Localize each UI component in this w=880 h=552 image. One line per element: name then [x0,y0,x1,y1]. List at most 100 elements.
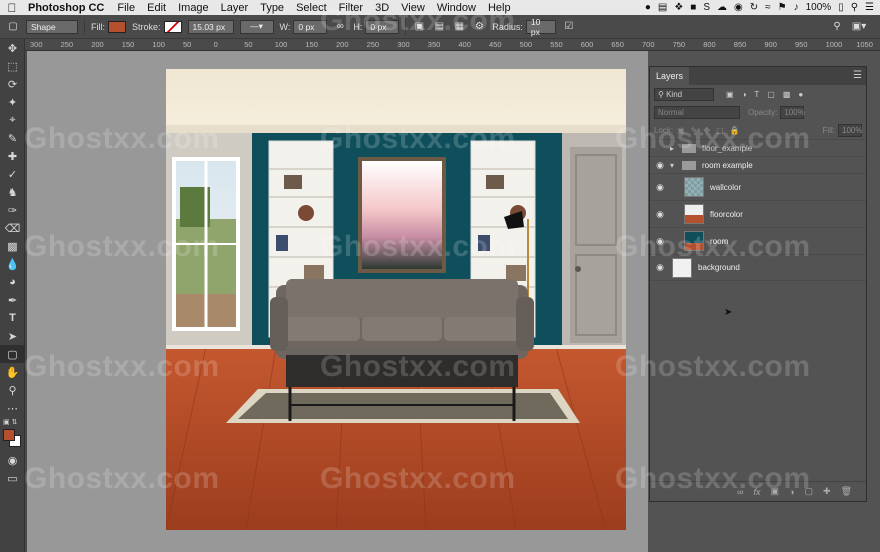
eraser-tool-icon[interactable]: ⌫ [0,219,25,237]
cloud-icon[interactable]: ☁ [717,2,727,13]
link-icon[interactable]: ∞ [333,20,347,34]
battery-icon[interactable]: ▯ [838,2,844,13]
hand-tool-icon[interactable]: ✋ [0,363,25,381]
clone-stamp-tool-icon[interactable]: ♞ [0,183,25,201]
layer-room[interactable]: ◉ room [650,227,866,254]
eyedropper-tool-icon[interactable]: ✎ [0,129,25,147]
filter-adjustment-icon[interactable]: ◑ [742,90,747,99]
creative-cloud-icon[interactable]: ● [645,2,651,13]
crop-tool-icon[interactable]: ⌖ [0,111,25,129]
pen-tool-icon[interactable]: ✒ [0,291,25,309]
settings-gear-icon[interactable]: ⚙ [472,20,486,34]
add-mask-icon[interactable]: ▣ [771,486,780,497]
lasso-tool-icon[interactable]: ⟳ [0,75,25,93]
menu-file[interactable]: File [111,2,141,14]
lock-pixels-icon[interactable]: ✎ [691,126,698,135]
layer-group-room-example[interactable]: ◉ ▾ room example [650,156,866,173]
menu-window[interactable]: Window [431,2,482,14]
canvas-area[interactable] [27,51,648,552]
eye-icon[interactable]: ◉ [650,236,670,247]
panel-menu-icon[interactable]: ☰ [853,70,862,81]
width-field[interactable]: 0 px [293,19,328,34]
menu-type[interactable]: Type [254,2,290,14]
tool-preset-icon[interactable]: ▢ [6,20,20,34]
panel-collapse-strip[interactable] [868,51,880,552]
blur-tool-icon[interactable]: 💧 [0,255,25,273]
volume-icon[interactable]: ♪ [794,2,799,13]
tool-mode-select[interactable]: Shape [26,19,78,34]
blend-mode-select[interactable]: Normal [654,105,740,119]
path-operations-icon[interactable]: ▣ [412,20,426,34]
quick-select-tool-icon[interactable]: ✦ [0,93,25,111]
brush-tool-icon[interactable]: ✓ [0,165,25,183]
layer-style-icon[interactable]: fx [754,487,761,497]
eye-menu-icon[interactable]: ◉ [734,2,743,13]
menu-select[interactable]: Select [290,2,333,14]
lock-all-icon[interactable]: 🔒 [730,126,740,135]
healing-brush-tool-icon[interactable]: ✚ [0,147,25,165]
path-alignment-icon[interactable]: ▤ [432,20,446,34]
type-tool-icon[interactable]: T [0,309,25,327]
fill-field[interactable]: 100% [838,123,862,137]
eye-icon[interactable]: ◉ [650,182,670,193]
dropbox-icon[interactable]: ❖ [674,2,683,13]
layer-wallcolor[interactable]: ◉ wallcolor [650,173,866,200]
app-menu[interactable]: Photoshop CC [24,2,111,14]
filter-smart-object-icon[interactable]: ▩ [783,90,791,99]
align-edges-checkbox[interactable]: ☑ [562,20,576,34]
height-field[interactable]: 0 px [365,19,400,34]
path-arrangement-icon[interactable]: ▦ [452,20,466,34]
default-colors-icon[interactable]: ▣ ⇅ [0,417,25,427]
spotlight-icon[interactable]: ⚲ [851,2,858,13]
history-brush-tool-icon[interactable]: ✑ [0,201,25,219]
move-tool-icon[interactable]: ✥ [0,39,25,57]
marquee-tool-icon[interactable]: ⬚ [0,57,25,75]
fill-color-swatch[interactable] [108,20,126,33]
menu-layer[interactable]: Layer [215,2,255,14]
stroke-type-select[interactable]: —▾ [239,19,274,34]
foreground-color-swatch[interactable] [3,429,15,441]
evernote-icon[interactable]: ■ [690,2,696,13]
lock-position-icon[interactable]: ✥ [703,126,710,135]
stroke-width-field[interactable]: 15.03 px [187,19,234,34]
lock-artboard-icon[interactable]: ▢ [716,126,724,135]
eye-icon[interactable]: ◉ [650,209,670,220]
opacity-field[interactable]: 100% [780,105,805,119]
new-group-icon[interactable]: ▢ [805,486,814,497]
layer-floorcolor[interactable]: ◉ floorcolor [650,200,866,227]
gradient-tool-icon[interactable]: ▩ [0,237,25,255]
adjustment-layer-icon[interactable]: ◑ [789,487,794,497]
flag-icon[interactable]: ⚑ [778,2,787,13]
link-layers-icon[interactable]: ∞ [737,487,743,497]
time-machine-icon[interactable]: ↻ [750,2,758,13]
eye-icon[interactable]: ◉ [650,262,670,273]
menu-view[interactable]: View [395,2,431,14]
search-icon[interactable]: ⚲ [830,20,844,34]
menu-3d[interactable]: 3D [369,2,395,14]
zoom-tool-icon[interactable]: ⚲ [0,381,25,399]
filter-pixel-icon[interactable]: ▣ [726,90,734,99]
skype-icon[interactable]: S [703,2,710,13]
filter-toggle-icon[interactable]: ● [798,90,803,99]
menu-filter[interactable]: Filter [333,2,369,14]
screen-mode-icon[interactable]: ▭ [0,469,25,487]
new-layer-icon[interactable]: ✚ [823,486,831,497]
lock-transparency-icon[interactable]: ▣ [677,126,685,135]
chevron-down-icon[interactable]: ▾ [670,161,680,170]
delete-layer-icon[interactable]: 🗑 [841,486,852,497]
menu-help[interactable]: Help [482,2,517,14]
dodge-tool-icon[interactable]: ◕ [0,273,25,291]
filter-kind-select[interactable]: ⚲ Kind [654,87,714,101]
apple-menu-icon[interactable]:  [0,1,24,15]
layer-group-floor-example[interactable]: ▸ floor_example [650,139,866,156]
tab-layers[interactable]: Layers [650,67,690,85]
path-selection-tool-icon[interactable]: ➤ [0,327,25,345]
notifications-icon[interactable]: ☰ [865,2,874,13]
document-canvas[interactable] [166,69,626,530]
filter-shape-icon[interactable]: ▢ [767,90,775,99]
wifi-icon[interactable]: ≈ [765,2,771,13]
screen-share-icon[interactable]: ▤ [658,2,667,13]
layer-background[interactable]: ◉ background [650,254,866,281]
menu-image[interactable]: Image [172,2,215,14]
filter-type-icon[interactable]: T [754,90,759,99]
